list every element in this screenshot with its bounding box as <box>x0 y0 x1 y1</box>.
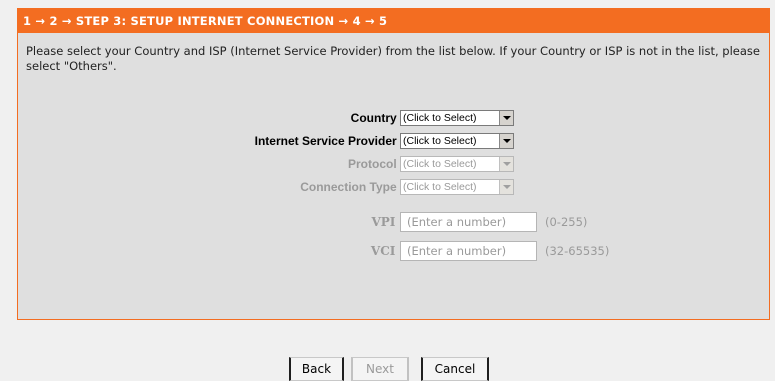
isp-label: Internet Service Provider : <box>254 134 404 148</box>
isp-select-value: (Click to Select) <box>403 135 477 147</box>
cancel-button[interactable]: Cancel <box>421 357 489 381</box>
country-select[interactable]: (Click to Select) <box>400 110 514 126</box>
connection-type-label: Connection Type : <box>300 180 404 194</box>
chevron-down-icon[interactable] <box>499 134 513 148</box>
vci-range-hint: (32-65535) <box>545 244 610 258</box>
country-row: Country : (Click to Select) <box>18 108 771 128</box>
country-select-value: (Click to Select) <box>403 112 477 124</box>
chevron-down-icon[interactable] <box>499 157 513 171</box>
country-label: Country : <box>350 111 404 125</box>
vpi-row: VPI : (Enter a number) (0-255) <box>18 212 771 232</box>
isp-row: Internet Service Provider : (Click to Se… <box>18 131 771 151</box>
vci-input[interactable]: (Enter a number) <box>400 241 537 261</box>
protocol-select-value: (Click to Select) <box>403 158 477 170</box>
back-button[interactable]: Back <box>289 357 344 381</box>
chevron-down-icon[interactable] <box>499 180 513 194</box>
step-header: 1 → 2 → STEP 3: SETUP INTERNET CONNECTIO… <box>18 9 769 33</box>
isp-select[interactable]: (Click to Select) <box>400 133 514 149</box>
protocol-label: Protocol : <box>348 157 404 171</box>
connection-type-select-value: (Click to Select) <box>403 181 477 193</box>
chevron-down-icon[interactable] <box>499 111 513 125</box>
vpi-input[interactable]: (Enter a number) <box>400 212 537 232</box>
instructions-text: Please select your Country and ISP (Inte… <box>26 44 760 73</box>
vci-row: VCI : (Enter a number) (32-65535) <box>18 241 771 261</box>
protocol-select[interactable]: (Click to Select) <box>400 156 514 172</box>
connection-type-select[interactable]: (Click to Select) <box>400 179 514 195</box>
protocol-row: Protocol : (Click to Select) <box>18 154 771 174</box>
setup-panel: 1 → 2 → STEP 3: SETUP INTERNET CONNECTIO… <box>17 8 770 320</box>
connection-type-row: Connection Type : (Click to Select) <box>18 177 771 197</box>
next-button[interactable]: Next <box>351 357 409 381</box>
vpi-range-hint: (0-255) <box>545 215 588 229</box>
